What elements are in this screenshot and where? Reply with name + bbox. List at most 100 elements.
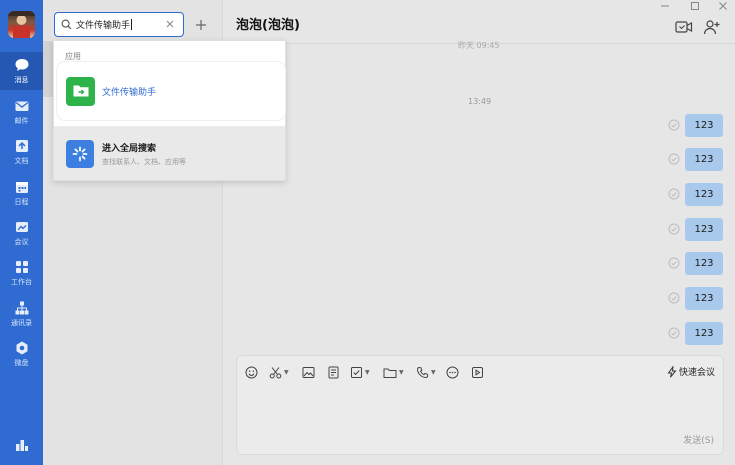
- doc-lines-icon: [328, 366, 339, 378]
- sidebar-item-calendar[interactable]: 日程: [0, 174, 43, 212]
- global-search-item[interactable]: 进入全局搜索 查找联系人、文档、应用等: [54, 127, 285, 180]
- minimize-icon: [661, 5, 669, 7]
- emoji-button[interactable]: [245, 365, 258, 379]
- search-results-popup: 应用 文件传输助手 进入全局搜索 查找联系人、文档、应用等: [53, 40, 286, 181]
- minimize-button[interactable]: [653, 0, 677, 12]
- chevron-down-icon[interactable]: ▼: [399, 369, 404, 376]
- checkbox-icon: [351, 366, 362, 378]
- folder-icon: [383, 368, 397, 378]
- contacts-org-icon: [14, 300, 30, 316]
- chat-panel: 泡泡(泡泡) 昨天 09:45 13:49 123 123 123 123 12…: [223, 0, 735, 465]
- message-bubble[interactable]: 123: [685, 217, 723, 241]
- message-bubble[interactable]: 123: [685, 182, 723, 206]
- read-status-icon: [668, 188, 680, 200]
- screenshot-button[interactable]: ▼: [269, 365, 289, 379]
- folder-button[interactable]: ▼: [383, 365, 404, 379]
- chevron-down-icon[interactable]: ▼: [431, 369, 436, 376]
- video-camera-icon: [675, 21, 693, 33]
- add-member-button[interactable]: [703, 18, 721, 36]
- read-status-icon: [668, 119, 680, 131]
- message-bubble[interactable]: 123: [685, 286, 723, 310]
- plus-icon: [196, 19, 206, 30]
- message-row: 123: [668, 113, 723, 137]
- sidebar-item-mail[interactable]: 邮件: [0, 93, 43, 131]
- sidebar-item-messages[interactable]: 消息: [0, 52, 43, 90]
- maximize-icon: [691, 2, 699, 10]
- more-button[interactable]: [446, 365, 459, 379]
- sidebar-item-label: 文档: [14, 157, 29, 165]
- document-button[interactable]: [327, 365, 340, 379]
- drive-icon: [14, 340, 30, 356]
- chevron-down-icon[interactable]: ▼: [284, 369, 289, 376]
- chat-bubble-icon: [14, 57, 30, 73]
- nav-rail: 消息 邮件 文档 日程 会议 工作台 通讯录 微盘: [0, 0, 43, 465]
- message-row: 123: [668, 217, 723, 241]
- search-value: 文件传输助手: [76, 21, 131, 31]
- quick-meeting-button[interactable]: 快速会议: [667, 365, 715, 378]
- close-button[interactable]: [711, 0, 735, 12]
- file-transfer-icon: [66, 76, 95, 106]
- video-call-button[interactable]: [675, 18, 693, 36]
- message-composer[interactable]: ▼ ▼ ▼ ▼ 快速会议 发送(S): [236, 355, 724, 455]
- message-row: 123: [668, 182, 723, 206]
- global-search-icon: [66, 139, 94, 168]
- message-bubble[interactable]: 123: [685, 147, 723, 171]
- sidebar-item-more[interactable]: [0, 432, 43, 465]
- image-icon: [302, 366, 315, 378]
- message-bubble[interactable]: 123: [685, 113, 723, 137]
- image-button[interactable]: [302, 365, 315, 379]
- chevron-down-icon[interactable]: ▼: [365, 369, 370, 376]
- search-result-app[interactable]: 文件传输助手: [57, 62, 285, 120]
- read-status-icon: [668, 223, 680, 235]
- message-row: 123: [668, 251, 723, 275]
- global-search-subtitle: 查找联系人、文档、应用等: [102, 157, 186, 166]
- play-square-icon: [472, 366, 483, 378]
- maximize-button[interactable]: [683, 0, 707, 12]
- sidebar-item-label: 会议: [14, 238, 29, 246]
- search-input[interactable]: 文件传输助手: [54, 12, 184, 37]
- sidebar-item-docs[interactable]: 文档: [0, 133, 43, 171]
- message-row: 123: [668, 321, 723, 345]
- meeting-icon: [14, 219, 30, 235]
- media-button[interactable]: [471, 365, 484, 379]
- section-label: 应用: [65, 52, 81, 61]
- close-icon: [719, 2, 727, 10]
- quick-meeting-label: 快速会议: [678, 368, 715, 378]
- workbench-grid-icon: [14, 259, 30, 275]
- search-icon: [61, 19, 72, 30]
- add-person-icon: [703, 20, 720, 35]
- sidebar-item-meeting[interactable]: 会议: [0, 214, 43, 252]
- add-button[interactable]: [190, 12, 212, 37]
- calendar-icon: [14, 179, 30, 195]
- clear-icon[interactable]: [164, 18, 176, 30]
- text-cursor: [131, 19, 133, 30]
- todo-button[interactable]: ▼: [350, 365, 370, 379]
- message-row: 123: [668, 147, 723, 171]
- sidebar-item-label: 微盘: [14, 359, 29, 367]
- message-bubble[interactable]: 123: [685, 321, 723, 345]
- sidebar-item-label: 通讯录: [11, 319, 32, 327]
- timestamp: 13:49: [468, 97, 492, 106]
- message-row: 123: [668, 286, 723, 310]
- global-search-title: 进入全局搜索: [102, 143, 157, 154]
- read-status-icon: [668, 327, 680, 339]
- app-result-label: 文件传输助手: [102, 87, 157, 98]
- sidebar-item-label: 邮件: [14, 117, 29, 125]
- avatar[interactable]: [8, 11, 35, 38]
- chat-title: 泡泡(泡泡): [236, 18, 300, 33]
- message-bubble[interactable]: 123: [685, 251, 723, 275]
- sidebar-item-workbench[interactable]: 工作台: [0, 254, 43, 292]
- read-status-icon: [668, 257, 680, 269]
- sidebar-item-drive[interactable]: 微盘: [0, 335, 43, 373]
- send-button[interactable]: 发送(S): [683, 433, 714, 446]
- mail-icon: [14, 98, 30, 114]
- document-icon: [14, 138, 30, 154]
- phone-icon: [416, 366, 429, 378]
- settings-bars-icon: [14, 437, 30, 453]
- phone-button[interactable]: ▼: [416, 365, 436, 379]
- sidebar-item-label: 工作台: [11, 278, 32, 286]
- sidebar-item-contacts[interactable]: 通讯录: [0, 295, 43, 333]
- sidebar-item-label: 消息: [14, 76, 29, 84]
- scissors-icon: [269, 366, 282, 378]
- sidebar-item-label: 日程: [14, 198, 29, 206]
